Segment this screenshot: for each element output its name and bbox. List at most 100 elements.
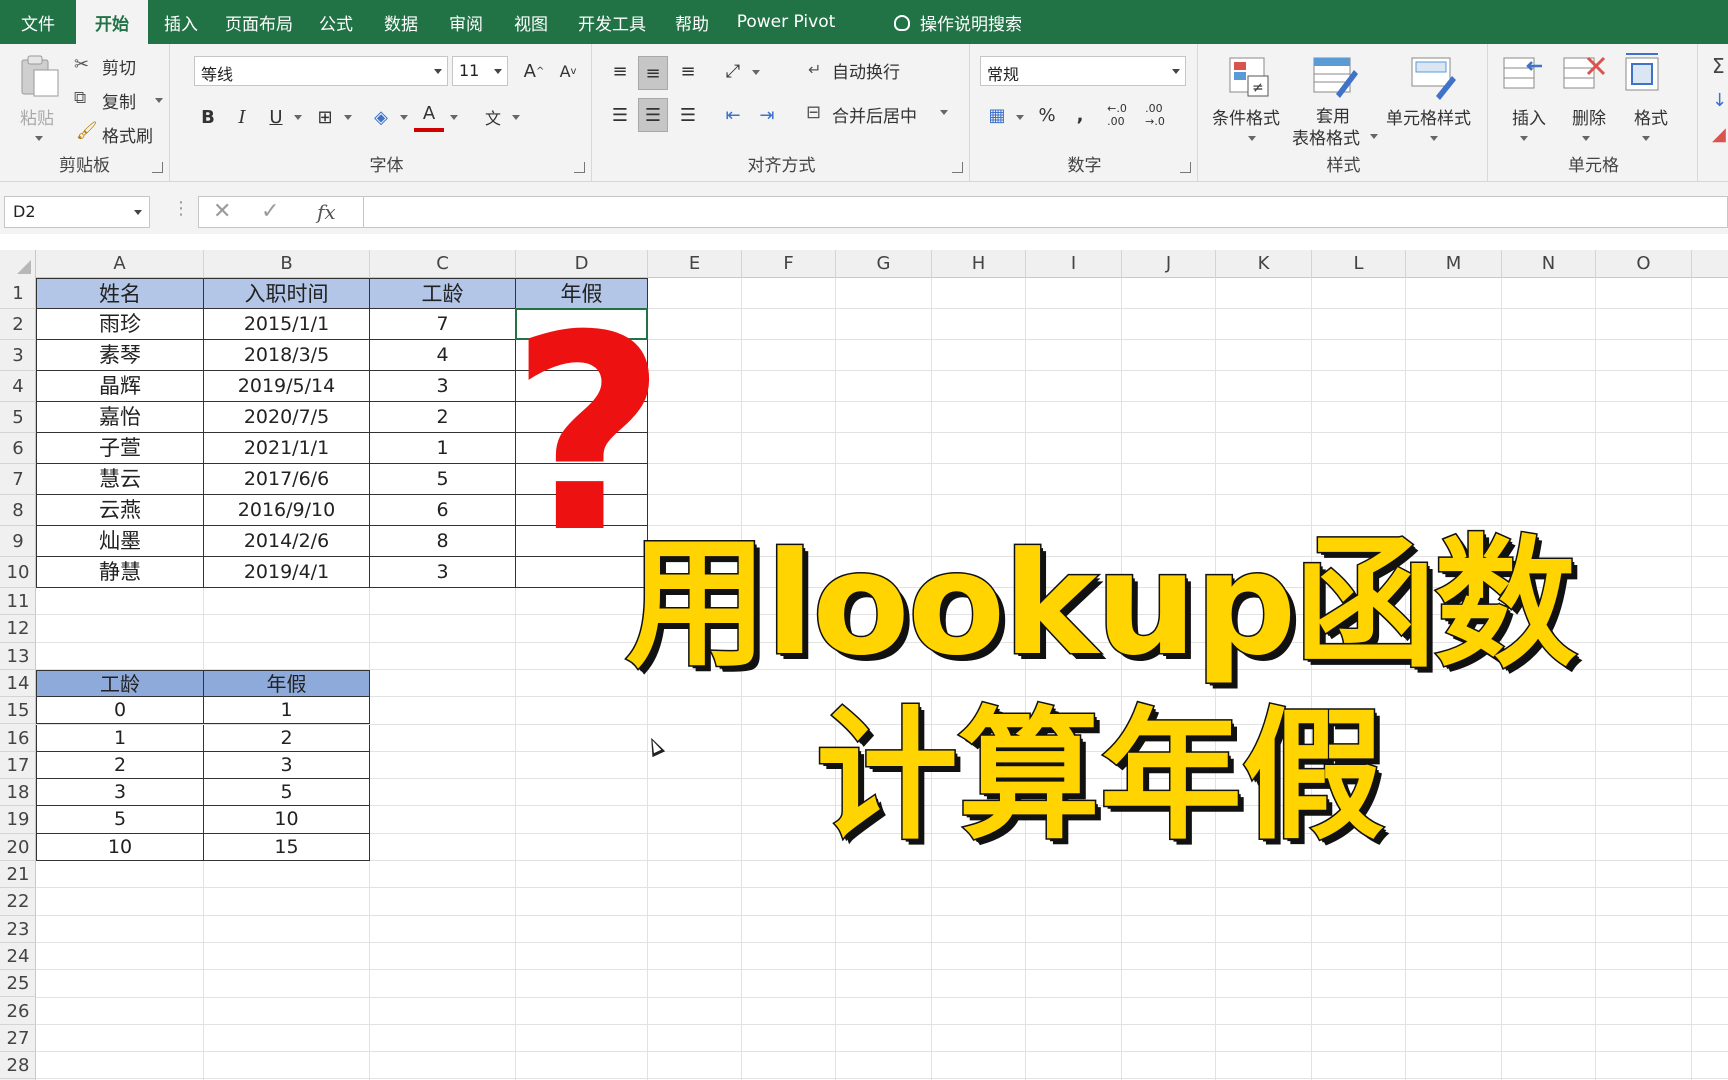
row-header-15[interactable]: 15 <box>0 697 36 725</box>
row-header-26[interactable]: 26 <box>0 998 36 1025</box>
table2-header-cell[interactable]: 工龄 <box>36 669 204 698</box>
insert-dropdown-icon[interactable] <box>1520 136 1528 141</box>
row-header-19[interactable]: 19 <box>0 806 36 834</box>
row-header-24[interactable]: 24 <box>0 943 36 971</box>
cell-styles-icon[interactable] <box>1408 54 1458 100</box>
increase-font-size-icon[interactable]: A ^ <box>520 56 548 86</box>
conditional-formatting-icon[interactable]: ≠ <box>1226 54 1276 100</box>
table1-header-cell[interactable]: 工龄 <box>370 278 516 309</box>
table1-name-cell[interactable]: 云燕 <box>36 495 204 526</box>
formula-input[interactable] <box>364 196 1728 228</box>
table1-cell[interactable]: 6 <box>370 495 516 526</box>
font-color-dropdown-icon[interactable] <box>450 115 458 120</box>
align-middle-icon[interactable]: ≡ <box>638 56 668 90</box>
tab-4[interactable]: 公式 <box>304 0 368 44</box>
phonetic-button[interactable]: 文 <box>478 100 508 134</box>
underline-dropdown-icon[interactable] <box>294 115 302 120</box>
table1-cell[interactable]: 2021/1/1 <box>204 433 370 464</box>
row-header-9[interactable]: 9 <box>0 526 36 557</box>
table2-cell[interactable]: 5 <box>204 779 370 807</box>
column-header-L[interactable]: L <box>1312 250 1406 278</box>
cut-button[interactable]: 剪切 <box>102 54 136 79</box>
delete-cells-icon[interactable] <box>1558 52 1608 98</box>
table1-name-cell[interactable]: 慧云 <box>36 464 204 495</box>
column-header-D[interactable]: D <box>516 250 648 278</box>
tab-5[interactable]: 数据 <box>368 0 434 44</box>
font-dialog-launcher-icon[interactable] <box>574 162 585 173</box>
table2-cell[interactable]: 1 <box>36 724 204 752</box>
accounting-format-icon[interactable]: ▦ <box>982 100 1012 130</box>
format-cells-icon[interactable] <box>1620 52 1670 98</box>
row-header-18[interactable]: 18 <box>0 779 36 807</box>
table1-cell[interactable]: 3 <box>370 557 516 588</box>
row-header-20[interactable]: 20 <box>0 834 36 861</box>
fill-color-dropdown-icon[interactable] <box>400 115 408 120</box>
table1-header-cell[interactable]: 姓名 <box>36 278 204 309</box>
underline-button[interactable]: U <box>262 100 290 134</box>
tab-3[interactable]: 页面布局 <box>214 0 304 44</box>
column-header-J[interactable]: J <box>1122 250 1216 278</box>
column-header-A[interactable]: A <box>36 250 204 278</box>
table1-name-cell[interactable]: 晶辉 <box>36 371 204 402</box>
row-header-13[interactable]: 13 <box>0 643 36 670</box>
tab-7[interactable]: 视图 <box>498 0 564 44</box>
bold-button[interactable]: B <box>194 100 222 134</box>
table1-name-cell[interactable]: 雨珍 <box>36 309 204 340</box>
format-as-table-button-line2[interactable]: 表格格式 <box>1292 124 1360 149</box>
borders-dropdown-icon[interactable] <box>344 115 352 120</box>
phonetic-dropdown-icon[interactable] <box>512 115 520 120</box>
column-header-O[interactable]: O <box>1596 250 1692 278</box>
comma-style-button[interactable]: , <box>1068 100 1092 130</box>
align-top-icon[interactable]: ≡ <box>606 56 634 86</box>
accounting-dropdown-icon[interactable] <box>1016 115 1024 120</box>
table1-cell[interactable]: 2014/2/6 <box>204 526 370 557</box>
fill-icon[interactable]: ↓ <box>1712 90 1727 111</box>
tab-0[interactable]: 文件 <box>0 0 76 44</box>
number-dialog-launcher-icon[interactable] <box>1180 162 1191 173</box>
column-header-C[interactable]: C <box>370 250 516 278</box>
column-header-N[interactable]: N <box>1502 250 1596 278</box>
row-header-2[interactable]: 2 <box>0 309 36 340</box>
table1-name-cell[interactable]: 灿墨 <box>36 526 204 557</box>
font-color-button[interactable]: A <box>414 98 444 132</box>
conditional-dropdown-icon[interactable] <box>1248 136 1256 141</box>
table1-cell[interactable]: 2018/3/5 <box>204 340 370 371</box>
row-header-23[interactable]: 23 <box>0 916 36 943</box>
orientation-icon[interactable]: ⤢ <box>718 56 748 86</box>
format-as-table-icon[interactable] <box>1310 54 1360 100</box>
table1-cell[interactable]: 1 <box>370 433 516 464</box>
table1-name-cell[interactable]: 子萱 <box>36 433 204 464</box>
insert-cells-icon[interactable] <box>1498 52 1548 98</box>
table1-cell[interactable]: 2015/1/1 <box>204 309 370 340</box>
tell-me-search[interactable]: 操作说明搜索 <box>868 0 1048 44</box>
table1-header-cell[interactable]: 入职时间 <box>204 278 370 309</box>
row-header-5[interactable]: 5 <box>0 402 36 433</box>
row-header-21[interactable]: 21 <box>0 861 36 889</box>
column-header-H[interactable]: H <box>932 250 1026 278</box>
more-options-icon[interactable]: ⋮ <box>172 198 190 219</box>
table1-cell[interactable]: 2019/4/1 <box>204 557 370 588</box>
insert-function-button[interactable]: fx <box>317 200 336 224</box>
table1-name-cell[interactable]: 静慧 <box>36 557 204 588</box>
cell-styles-button[interactable]: 单元格样式 <box>1386 104 1471 129</box>
row-header-12[interactable]: 12 <box>0 615 36 643</box>
table2-header-cell[interactable]: 年假 <box>204 669 370 698</box>
table1-name-cell[interactable]: 嘉怡 <box>36 402 204 433</box>
decrease-indent-icon[interactable]: ⇤ <box>718 100 748 130</box>
format-button[interactable]: 格式 <box>1634 104 1668 129</box>
table2-cell[interactable]: 2 <box>204 724 370 752</box>
format-dropdown-icon[interactable] <box>1642 136 1650 141</box>
row-header-4[interactable]: 4 <box>0 371 36 402</box>
select-all-button[interactable] <box>0 250 36 278</box>
decrease-decimal-icon[interactable]: .00 →.0 <box>1138 100 1172 130</box>
cell-styles-dropdown-icon[interactable] <box>1430 136 1438 141</box>
alignment-dialog-launcher-icon[interactable] <box>952 162 963 173</box>
tab-6[interactable]: 审阅 <box>434 0 498 44</box>
wrap-text-button[interactable]: 自动换行 <box>832 58 900 83</box>
cancel-icon[interactable]: ✕ <box>213 199 231 224</box>
tab-2[interactable]: 插入 <box>148 0 214 44</box>
row-header-11[interactable]: 11 <box>0 588 36 616</box>
table2-cell[interactable]: 3 <box>36 779 204 807</box>
delete-dropdown-icon[interactable] <box>1582 136 1590 141</box>
format-painter-button[interactable]: 格式刷 <box>102 122 153 147</box>
